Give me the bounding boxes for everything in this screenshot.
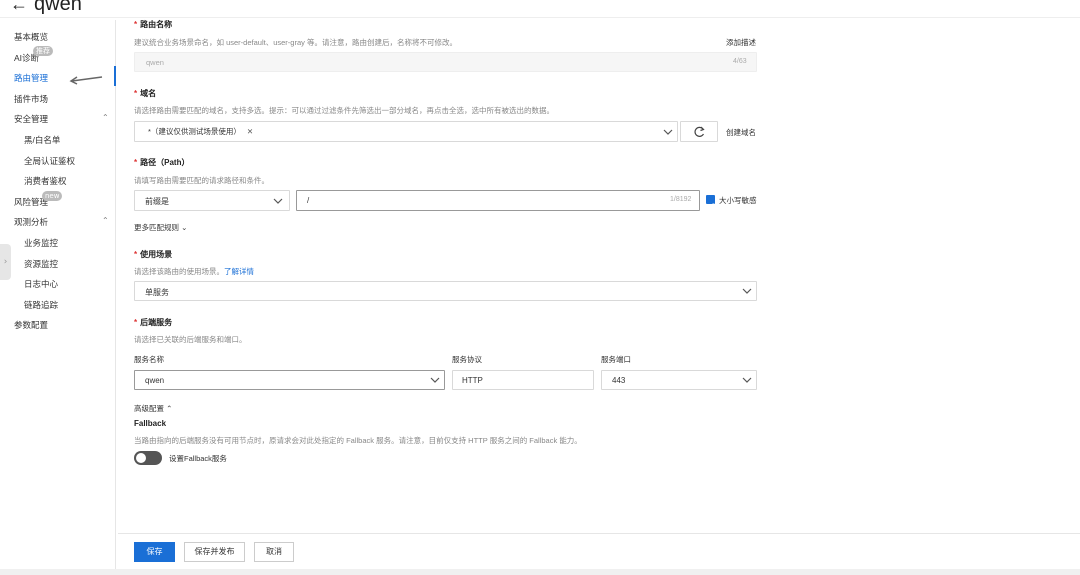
scenario-hint: 请选择该路由的使用场景。了解详情 <box>134 267 254 276</box>
scenario-label: * 使用场景 <box>134 250 173 259</box>
service-name-value: qwen <box>145 376 165 385</box>
sidebar-item-tracing[interactable]: 链路追踪 <box>24 299 58 311</box>
sidebar-item-parameters[interactable]: 参数配置 <box>14 319 48 331</box>
bottom-strip <box>0 569 1080 575</box>
sidebar-item-consumer-auth[interactable]: 消费者鉴权 <box>24 175 67 187</box>
chevron-down-icon[interactable] <box>663 127 673 137</box>
save-button[interactable]: 保存 <box>134 542 175 562</box>
chevron-up-icon[interactable]: ⌃ <box>102 216 109 225</box>
footer-divider <box>118 533 1080 534</box>
path-label: * 路径（Path） <box>134 158 190 167</box>
chevron-right-icon: › <box>3 257 8 267</box>
fallback-toggle-label: 设置Fallback服务 <box>169 454 227 463</box>
route-name-value: qwen <box>146 58 164 67</box>
add-description-link[interactable]: 添加描述 <box>726 37 756 48</box>
advanced-config-toggle[interactable]: 高级配置 ⌃ <box>134 403 172 414</box>
chevron-down-icon: ⌄ <box>181 223 188 232</box>
fallback-toggle[interactable] <box>134 451 162 465</box>
save-publish-button[interactable]: 保存并发布 <box>184 542 245 562</box>
case-sensitive-label: 大小写敏感 <box>719 196 757 205</box>
chevron-up-icon: ⌃ <box>166 404 173 413</box>
service-protocol-value: HTTP <box>462 376 483 385</box>
case-sensitive-checkbox[interactable] <box>706 195 715 209</box>
more-match-rules-link[interactable]: 更多匹配规则 ⌄ <box>134 222 187 233</box>
sidebar-item-resource-monitor[interactable]: 资源监控 <box>24 258 58 270</box>
toggle-knob <box>136 453 146 463</box>
sidebar-item-plugin-market[interactable]: 插件市场 <box>14 93 48 105</box>
refresh-button[interactable] <box>680 121 718 142</box>
service-port-value: 443 <box>612 376 626 385</box>
path-input[interactable] <box>296 190 700 211</box>
close-icon[interactable]: ✕ <box>247 127 253 136</box>
arrow-left-icon[interactable]: ← <box>10 0 28 14</box>
cancel-button[interactable]: 取消 <box>254 542 294 562</box>
sidebar-item-business-monitor[interactable]: 业务监控 <box>24 237 58 249</box>
sidebar-item-global-auth[interactable]: 全局认证鉴权 <box>24 155 75 167</box>
service-protocol-header: 服务协议 <box>452 355 482 364</box>
service-port-header: 服务端口 <box>601 355 631 364</box>
route-name-hint: 建议统合业务场景命名，如 user-default、user-gray 等。请注… <box>134 38 457 47</box>
scenario-value: 单服务 <box>145 288 169 297</box>
page: ← qwen 基本概览 AI诊断 推荐 路由管理 插件市场 安全管理 ⌃ 黑/白名… <box>0 0 1080 575</box>
chevron-down-icon[interactable] <box>273 196 283 206</box>
page-title: qwen <box>34 0 82 15</box>
chevron-down-icon[interactable] <box>742 286 752 296</box>
sidebar-item-blacklist[interactable]: 黑/白名单 <box>24 134 60 146</box>
recommend-badge: 推荐 <box>33 46 53 56</box>
top-bar <box>0 0 1080 18</box>
route-name-input[interactable] <box>134 52 757 72</box>
route-name-counter: 4/63 <box>733 58 747 65</box>
path-value: / <box>307 196 310 205</box>
fallback-hint: 当路由指向的后端服务没有可用节点时，原请求会对此处指定的 Fallback 服务… <box>134 436 582 445</box>
fallback-title: Fallback <box>134 419 167 428</box>
chevron-down-icon[interactable] <box>742 375 752 385</box>
scenario-select[interactable] <box>134 281 757 301</box>
sidebar-collapse-handle[interactable]: › <box>0 244 11 280</box>
refresh-icon <box>694 126 705 137</box>
check-icon <box>707 203 714 209</box>
domain-label: * 域名 <box>134 89 157 98</box>
chevron-down-icon[interactable] <box>430 375 440 385</box>
new-badge: new <box>42 191 63 201</box>
create-domain-link[interactable]: 创建域名 <box>726 127 756 138</box>
sidebar-item-observability[interactable]: 观测分析 <box>14 216 48 228</box>
chevron-up-icon[interactable]: ⌃ <box>102 113 109 122</box>
learn-more-link[interactable]: 了解详情 <box>224 267 254 276</box>
backend-label: * 后端服务 <box>134 318 173 327</box>
service-name-header: 服务名称 <box>134 355 164 364</box>
sidebar-item-route-management[interactable]: 路由管理 <box>14 72 48 84</box>
page-header: ← qwen <box>10 0 82 16</box>
sidebar-item-log-center[interactable]: 日志中心 <box>24 278 58 290</box>
domain-tag: *（建议仅供测试场景使用） ✕ <box>144 125 257 139</box>
path-match-value: 前缀是 <box>145 197 169 206</box>
path-hint: 请填写路由需要匹配的请求路径和条件。 <box>134 176 269 185</box>
active-indicator <box>114 66 116 86</box>
sidebar-item-security[interactable]: 安全管理 <box>14 113 48 125</box>
domain-hint: 请选择路由需要匹配的域名，支持多选。提示：可以通过过滤条件先筛选出一部分域名，再… <box>134 106 554 115</box>
route-name-label: * 路由名称 <box>134 20 173 29</box>
service-name-select[interactable] <box>134 370 445 390</box>
pointer-arrow-icon <box>69 76 103 85</box>
backend-hint: 请选择已关联的后端服务和端口。 <box>134 335 247 344</box>
path-counter: 1/8192 <box>670 196 692 203</box>
sidebar-item-overview[interactable]: 基本概览 <box>14 31 48 43</box>
domain-tag-label: *（建议仅供测试场景使用） <box>148 127 241 136</box>
